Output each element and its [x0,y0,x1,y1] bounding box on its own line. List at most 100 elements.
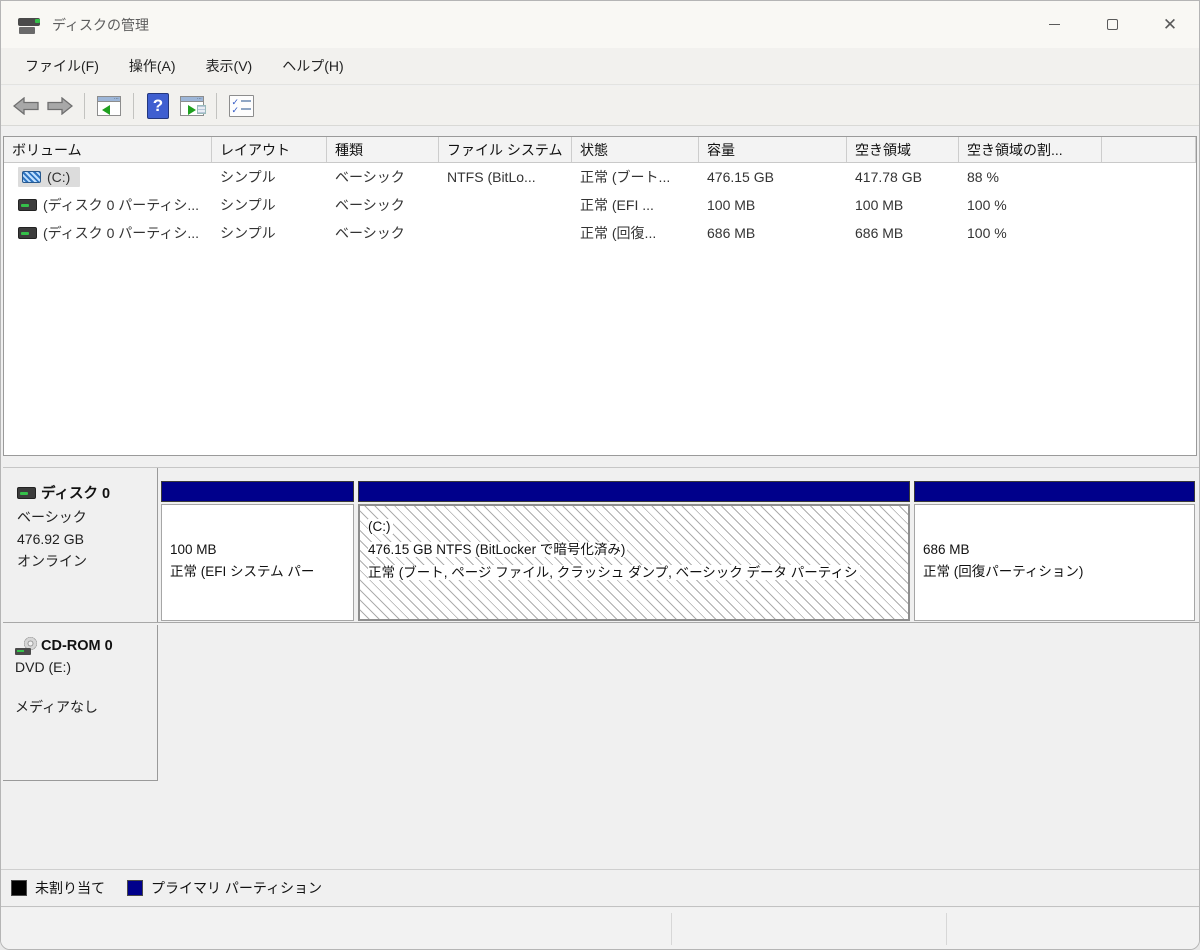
close-button[interactable]: ✕ [1141,1,1199,48]
partition-label: (C:) [368,519,393,534]
filesystem-cell [439,191,572,219]
cdrom-name: CD-ROM 0 [41,638,113,654]
table-row-recovery-partition[interactable]: (ディスク 0 パーティシ... シンプル ベーシック 正常 (回復... 68… [4,219,1196,247]
column-header-blank [1102,137,1196,162]
help-button[interactable]: ? [141,91,175,121]
toolbar-separator [216,93,217,119]
disk-type: ベーシック [17,507,157,527]
menu-help[interactable]: ヘルプ(H) [272,52,353,80]
maximize-icon [1107,19,1118,30]
status-bar-divider [671,913,672,945]
column-header-volume[interactable]: ボリューム [4,137,212,162]
partition-header-bar [358,481,910,502]
minimize-icon [1049,24,1060,25]
layout-cell: シンプル [212,191,327,219]
partition-body: 100 MB 正常 (EFI システム パー [161,504,354,621]
unallocated-swatch [11,880,27,896]
menu-action[interactable]: 操作(A) [119,52,186,80]
toolbar: ⋯ ? ⋯ ✓ ✓ [1,86,1199,126]
disk-0-info-panel[interactable]: ディスク 0 ベーシック 476.92 GB オンライン [3,468,158,622]
layout-cell: シンプル [212,219,327,247]
type-cell: ベーシック [327,191,439,219]
cdrom-0-info-panel[interactable]: CD-ROM 0 DVD (E:) メディアなし [3,625,158,781]
show-action-pane-icon: ⋯ [180,96,204,116]
capacity-cell: 100 MB [699,191,847,219]
window-title: ディスクの管理 [52,15,149,35]
partition-status: 正常 (回復パーティション) [923,563,1083,581]
capacity-cell: 476.15 GB [699,163,847,191]
volume-list-panel: ボリューム レイアウト 種類 ファイル システム 状態 容量 空き領域 空き領域… [3,136,1197,456]
free-space-cell: 686 MB [847,219,959,247]
partition-header-bar [914,481,1195,502]
status-bar-divider [946,913,947,945]
cdrom-drive-letter: DVD (E:) [15,659,157,675]
partition-efi[interactable]: 100 MB 正常 (EFI システム パー [161,481,354,621]
filesystem-cell: NTFS (BitLo... [439,163,572,191]
free-space-cell: 100 MB [847,191,959,219]
capacity-cell: 686 MB [699,219,847,247]
forward-button[interactable] [43,91,77,121]
show-action-pane-button[interactable]: ⋯ [175,91,209,121]
free-percent-cell: 88 % [959,163,1102,191]
type-cell: ベーシック [327,163,439,191]
show-console-tree-button[interactable]: ⋯ [92,91,126,121]
properties-icon: ✓ ✓ [229,95,254,117]
maximize-button[interactable] [1083,1,1141,48]
volume-name-cell: (ディスク 0 パーティシ... [4,191,212,219]
show-console-tree-icon: ⋯ [97,96,121,116]
column-header-layout[interactable]: レイアウト [212,137,327,162]
partition-size: 476.15 GB NTFS (BitLocker で暗号化済み) [368,542,627,557]
forward-icon [47,97,73,115]
column-header-free-space[interactable]: 空き領域 [847,137,959,162]
volume-name-cell: (C:) [4,163,212,191]
free-percent-cell: 100 % [959,219,1102,247]
legend-bar: 未割り当て プライマリ パーティション [1,869,1199,907]
volume-name-cell: (ディスク 0 パーティシ... [4,219,212,247]
partition-c-selected[interactable]: (C:) 476.15 GB NTFS (BitLocker で暗号化済み) 正… [358,481,910,621]
volume-name: (ディスク 0 パーティシ... [43,223,199,243]
help-icon: ? [147,93,169,119]
minimize-button[interactable] [1025,1,1083,48]
status-cell: 正常 (EFI ... [572,191,699,219]
volume-table-header: ボリューム レイアウト 種類 ファイル システム 状態 容量 空き領域 空き領域… [4,137,1196,163]
disk-status: オンライン [17,551,157,571]
graphical-view: ディスク 0 ベーシック 476.92 GB オンライン 100 MB 正常 (… [1,456,1199,869]
disk-management-window: ディスクの管理 ✕ ファイル(F) 操作(A) 表示(V) ヘルプ(H) ⋯ [0,0,1200,950]
toolbar-separator [133,93,134,119]
properties-button[interactable]: ✓ ✓ [224,91,258,121]
column-header-status[interactable]: 状態 [572,137,699,162]
cdrom-media-status: メディアなし [15,697,157,717]
table-row-efi-partition[interactable]: (ディスク 0 パーティシ... シンプル ベーシック 正常 (EFI ... … [4,191,1196,219]
disk-0-row: ディスク 0 ベーシック 476.92 GB オンライン 100 MB 正常 (… [3,467,1199,623]
column-header-type[interactable]: 種類 [327,137,439,162]
column-header-capacity[interactable]: 容量 [699,137,847,162]
column-header-filesystem[interactable]: ファイル システム [439,137,572,162]
partition-icon [18,227,37,239]
disk-icon [17,487,36,499]
back-button[interactable] [9,91,43,121]
partition-size: 686 MB [923,541,970,559]
cdrom-icon [15,637,37,655]
menu-bar: ファイル(F) 操作(A) 表示(V) ヘルプ(H) [1,48,1199,85]
window-controls: ✕ [1025,1,1199,48]
menu-file[interactable]: ファイル(F) [15,52,109,80]
cdrom-0-row: CD-ROM 0 DVD (E:) メディアなし [3,625,1199,781]
partition-recovery[interactable]: 686 MB 正常 (回復パーティション) [914,481,1195,621]
layout-cell: シンプル [212,163,327,191]
table-row-volume-c[interactable]: (C:) シンプル ベーシック NTFS (BitLo... 正常 (ブート..… [4,163,1196,191]
column-header-free-percent[interactable]: 空き領域の割... [959,137,1102,162]
toolbar-separator [84,93,85,119]
partition-body: 686 MB 正常 (回復パーティション) [914,504,1195,621]
disk-size: 476.92 GB [17,531,157,547]
partition-header-bar [161,481,354,502]
free-percent-cell: 100 % [959,191,1102,219]
partition-status: 正常 (EFI システム パー [170,563,314,581]
menu-view[interactable]: 表示(V) [196,52,263,80]
disk-management-app-icon [18,16,42,34]
volume-c-icon [22,171,41,183]
partition-icon [18,199,37,211]
partition-body: (C:) 476.15 GB NTFS (BitLocker で暗号化済み) 正… [358,504,910,621]
status-bar [1,908,1199,950]
status-cell: 正常 (回復... [572,219,699,247]
type-cell: ベーシック [327,219,439,247]
